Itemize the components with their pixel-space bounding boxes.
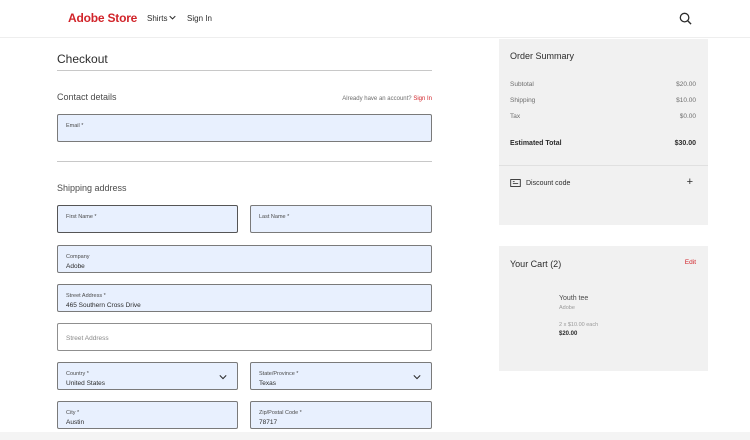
cart-item-price: $20.00 [559, 331, 578, 337]
last-name-field[interactable]: Last Name * [250, 205, 432, 233]
subtotal-value: $20.00 [676, 81, 696, 88]
order-summary-heading: Order Summary [510, 51, 575, 61]
city-value: Austin [66, 419, 85, 426]
street-address-value: 465 Southern Cross Drive [66, 302, 141, 309]
country-label: Country * [66, 371, 89, 377]
company-field[interactable]: Company Adobe [57, 245, 432, 273]
plus-icon[interactable]: + [687, 176, 693, 188]
nav-shirts-label: Shirts [147, 14, 168, 23]
page-bottom-band [0, 432, 750, 440]
chevron-down-icon [413, 375, 421, 380]
country-select[interactable]: Country * United States [57, 362, 238, 390]
city-label: City * [66, 410, 80, 416]
city-field[interactable]: City * Austin [57, 401, 238, 429]
cart-edit-link[interactable]: Edit [685, 259, 696, 266]
last-name-label: Last Name * [259, 214, 290, 220]
summary-divider [499, 165, 708, 166]
email-field[interactable]: Email * [57, 114, 432, 142]
cart-panel: Your Cart (2) Edit Youth tee Adobe 2 x $… [499, 246, 708, 371]
tax-value: $0.00 [679, 113, 696, 120]
account-prompt: Already have an account? Sign In [342, 96, 432, 102]
chevron-down-icon [219, 375, 227, 380]
search-icon[interactable] [679, 12, 692, 25]
section-divider [57, 161, 432, 162]
logo[interactable]: Adobe Store [68, 11, 137, 25]
street-address-2-field[interactable]: Street Address [57, 323, 432, 351]
tax-label: Tax [510, 113, 521, 120]
estimated-total-label: Estimated Total [510, 140, 562, 147]
sign-in-link[interactable]: Sign In [413, 96, 432, 102]
zip-field[interactable]: Zip/Postal Code * 78717 [250, 401, 432, 429]
title-divider [57, 70, 432, 71]
first-name-field[interactable]: First Name * [57, 205, 238, 233]
nav-sign-in[interactable]: Sign In [187, 14, 212, 23]
company-label: Company [66, 254, 90, 260]
state-select[interactable]: State/Province * Texas [250, 362, 432, 390]
zip-value: 78717 [259, 419, 278, 426]
cart-item-name[interactable]: Youth tee [559, 295, 588, 302]
street-address-label: Street Address * [66, 293, 106, 299]
zip-label: Zip/Postal Code * [259, 410, 302, 416]
email-label: Email * [66, 123, 84, 129]
street-address-field[interactable]: Street Address * 465 Southern Cross Driv… [57, 284, 432, 312]
country-value: United States [66, 380, 106, 387]
account-prompt-text: Already have an account? [342, 96, 412, 102]
shipping-label: Shipping [510, 97, 536, 104]
company-value: Adobe [66, 263, 85, 270]
cart-item-quantity: 2 x $10.00 each [559, 322, 599, 328]
site-header: Adobe Store Shirts Sign In [0, 0, 750, 38]
state-value: Texas [259, 380, 276, 387]
estimated-total-value: $30.00 [674, 140, 696, 147]
cart-item-brand: Adobe [559, 305, 575, 311]
state-label: State/Province * [259, 371, 299, 377]
contact-details-heading: Contact details [57, 92, 117, 102]
first-name-label: First Name * [66, 214, 97, 220]
nav-shirts[interactable]: Shirts [147, 14, 177, 23]
chevron-down-icon [169, 15, 177, 20]
page-title: Checkout [57, 52, 108, 66]
subtotal-label: Subtotal [510, 81, 534, 88]
discount-code-label: Discount code [526, 179, 571, 187]
shipping-address-heading: Shipping address [57, 183, 127, 193]
order-summary-panel: Order Summary Subtotal $20.00 Shipping $… [499, 39, 708, 225]
street-address-2-placeholder: Street Address [66, 335, 109, 342]
tag-icon [510, 179, 521, 187]
cart-heading: Your Cart (2) [510, 259, 562, 269]
discount-code-toggle[interactable]: Discount code [510, 179, 570, 187]
shipping-value: $10.00 [676, 97, 696, 104]
